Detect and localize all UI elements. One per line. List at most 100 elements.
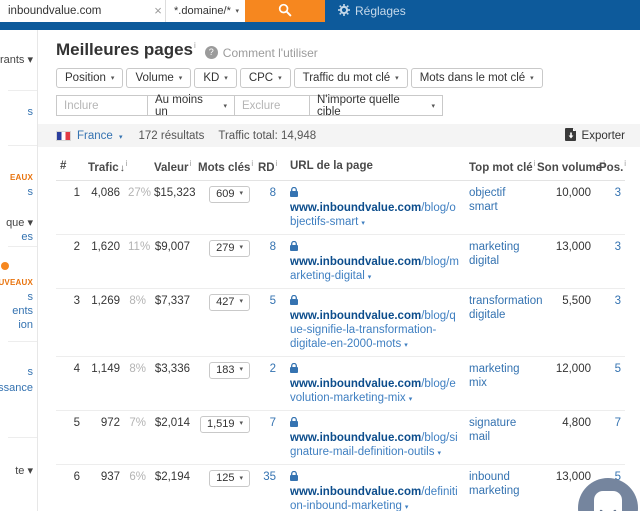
chevron-down-icon: ▾ bbox=[278, 74, 282, 82]
search-scope-value: *.domaine/* bbox=[174, 5, 231, 17]
sidebar-item-fragment[interactable]: NOUVEAUX bbox=[0, 278, 33, 287]
help-icon: ? bbox=[205, 46, 218, 59]
france-flag-icon bbox=[56, 131, 71, 141]
referring-domains-link[interactable]: 8 bbox=[270, 241, 276, 253]
position-link[interactable]: 3 bbox=[615, 187, 621, 199]
keywords-count: 125 bbox=[216, 472, 234, 485]
table-row: 5 972 7% $2,014 1,519 ▾ 7 www.inboundval… bbox=[56, 411, 625, 465]
settings-button[interactable]: Réglages bbox=[338, 0, 406, 22]
search-icon bbox=[278, 3, 292, 20]
include-input[interactable] bbox=[57, 96, 147, 115]
sidebar-item-fragment[interactable]: ents bbox=[12, 305, 33, 317]
sidebar-item-fragment[interactable]: s bbox=[28, 291, 34, 303]
sidebar-section-divider bbox=[8, 145, 37, 146]
exclude-input[interactable] bbox=[235, 96, 309, 115]
filter-position[interactable]: Position▾ bbox=[56, 68, 123, 88]
url-domain: www.inboundvalue.com bbox=[290, 378, 421, 390]
header-rd[interactable]: RDi bbox=[254, 153, 280, 180]
chevron-down-icon[interactable]: ▾ bbox=[437, 450, 441, 457]
filter-volume[interactable]: Volume▾ bbox=[126, 68, 191, 88]
keywords-dropdown[interactable]: 427 ▾ bbox=[209, 294, 250, 311]
sidebar-item-fragment[interactable]: s bbox=[28, 186, 34, 198]
sidebar-item-fragment[interactable]: te ▾ bbox=[15, 464, 33, 477]
value-cell: $2,014 bbox=[150, 411, 194, 465]
sidebar-item-fragment[interactable]: roissance bbox=[0, 382, 33, 394]
chevron-down-icon[interactable]: ▾ bbox=[361, 220, 365, 227]
chat-widget-button[interactable] bbox=[578, 478, 638, 511]
top-keyword-link[interactable]: marketing mix bbox=[469, 363, 520, 389]
sidebar-item-fragment[interactable]: EAUX bbox=[10, 173, 33, 182]
traffic-cell: 937 bbox=[84, 465, 124, 511]
page-url-link[interactable]: www.inboundvalue.com/blog/signature-mail… bbox=[290, 432, 458, 458]
sidebar-item-fragment[interactable]: s bbox=[28, 106, 34, 118]
filter-words-in-keyword[interactable]: Mots dans le mot clé▾ bbox=[411, 68, 543, 88]
chevron-down-icon[interactable]: ▾ bbox=[368, 274, 372, 281]
referring-domains-link[interactable]: 8 bbox=[270, 187, 276, 199]
header-value[interactable]: Valeuri bbox=[150, 153, 194, 180]
position-link[interactable]: 3 bbox=[615, 241, 621, 253]
top-keyword-link[interactable]: objectif smart bbox=[469, 187, 505, 213]
filter-kd[interactable]: KD▾ bbox=[194, 68, 237, 88]
search-button[interactable] bbox=[245, 0, 325, 22]
info-superscript: i bbox=[126, 159, 128, 168]
filter-keyword-traffic[interactable]: Traffic du mot clé▾ bbox=[294, 68, 408, 88]
sidebar-item-fragment[interactable]: rants ▾ bbox=[0, 53, 33, 66]
page-url-link[interactable]: www.inboundvalue.com/blog/evolution-mark… bbox=[290, 378, 456, 404]
referring-domains-link[interactable]: 35 bbox=[263, 471, 276, 483]
sidebar-item-fragment[interactable]: es bbox=[21, 231, 33, 243]
sidebar-section-divider bbox=[8, 437, 37, 438]
position-link[interactable]: 7 bbox=[615, 417, 621, 429]
lock-icon bbox=[290, 241, 298, 255]
filter-cpc[interactable]: CPC▾ bbox=[240, 68, 291, 88]
chevron-down-icon[interactable]: ▾ bbox=[409, 396, 413, 403]
keywords-dropdown[interactable]: 183 ▾ bbox=[209, 362, 250, 379]
url-domain: www.inboundvalue.com bbox=[290, 256, 421, 268]
page-url-link[interactable]: www.inboundvalue.com/blog/objectifs-smar… bbox=[290, 202, 456, 228]
country-select[interactable]: France ▾ bbox=[77, 130, 123, 142]
page-url-link[interactable]: www.inboundvalue.com/blog/marketing-digi… bbox=[290, 256, 459, 282]
match-mode-select[interactable]: Au moins un ▾ bbox=[147, 95, 235, 116]
referring-domains-link[interactable]: 2 bbox=[270, 363, 276, 375]
page-url-link[interactable]: www.inboundvalue.com/definition-inbound-… bbox=[290, 486, 458, 511]
value-cell: $7,337 bbox=[150, 288, 194, 356]
top-keyword-link[interactable]: marketing digital bbox=[469, 241, 520, 267]
chevron-down-icon[interactable]: ▾ bbox=[404, 342, 408, 349]
chevron-down-icon[interactable]: ▾ bbox=[405, 504, 409, 511]
top-keyword-link[interactable]: inbound marketing bbox=[469, 471, 520, 497]
keywords-dropdown[interactable]: 1,519 ▾ bbox=[200, 416, 250, 433]
chevron-down-icon: ▾ bbox=[239, 420, 243, 429]
position-link[interactable]: 5 bbox=[615, 363, 621, 375]
filter-button-row: Position▾ Volume▾ KD▾ CPC▾ Traffic du mo… bbox=[38, 64, 640, 88]
target-select[interactable]: N'importe quelle cible ▾ bbox=[309, 95, 443, 116]
chat-smiley-icon bbox=[578, 478, 638, 511]
export-button[interactable]: Exporter bbox=[565, 128, 625, 144]
keywords-dropdown[interactable]: 609 ▾ bbox=[209, 186, 250, 203]
page-url-link[interactable]: www.inboundvalue.com/blog/que-signifie-l… bbox=[290, 310, 456, 350]
search-scope-select[interactable]: *.domaine/* ▾ bbox=[165, 0, 245, 22]
header-volume[interactable]: Son volumei bbox=[533, 153, 595, 180]
sidebar-item-fragment[interactable]: que ▾ bbox=[6, 216, 33, 229]
how-to-use-link[interactable]: ? Comment l'utiliser bbox=[205, 46, 318, 60]
search-input[interactable] bbox=[0, 0, 165, 22]
sidebar-item-fragment[interactable]: ion bbox=[18, 319, 33, 331]
referring-domains-link[interactable]: 5 bbox=[270, 295, 276, 307]
gear-icon bbox=[338, 4, 350, 19]
referring-domains-link[interactable]: 7 bbox=[270, 417, 276, 429]
traffic-percent: 7% bbox=[124, 411, 150, 465]
traffic-cell: 1,269 bbox=[84, 288, 124, 356]
clear-search-icon[interactable]: × bbox=[150, 1, 166, 21]
value-cell: $9,007 bbox=[150, 234, 194, 288]
sidebar-item-fragment[interactable]: s bbox=[28, 366, 34, 378]
top-keyword-link[interactable]: transformation digitale bbox=[469, 295, 543, 321]
export-label: Exporter bbox=[582, 130, 625, 142]
header-position[interactable]: Pos.i bbox=[595, 153, 625, 180]
chevron-down-icon: ▾ bbox=[111, 74, 115, 82]
keywords-dropdown[interactable]: 279 ▾ bbox=[209, 240, 250, 257]
header-traffic[interactable]: Trafic↓i bbox=[84, 153, 150, 180]
value-cell: $3,336 bbox=[150, 356, 194, 410]
keywords-dropdown[interactable]: 125 ▾ bbox=[209, 470, 250, 487]
top-keyword-link[interactable]: signature mail bbox=[469, 417, 516, 443]
header-keywords[interactable]: Mots clési bbox=[194, 153, 254, 180]
position-link[interactable]: 3 bbox=[615, 295, 621, 307]
header-top-keyword[interactable]: Top mot cléi bbox=[465, 153, 533, 180]
